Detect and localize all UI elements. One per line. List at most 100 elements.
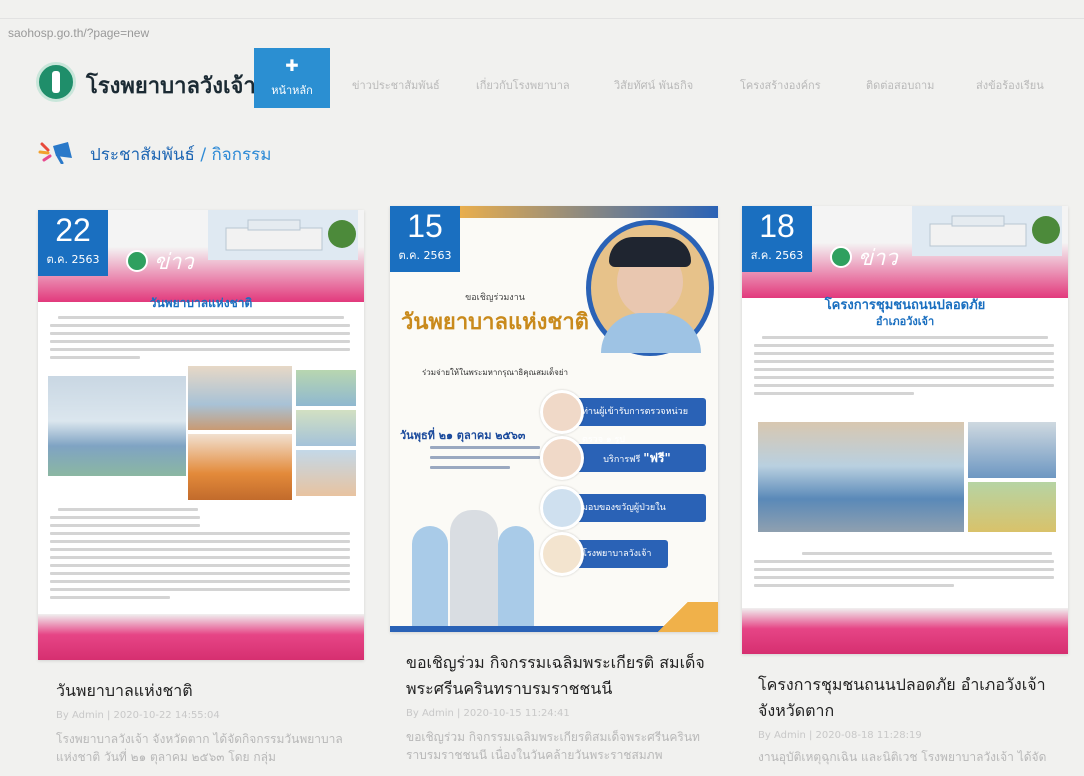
- service-item: บริการฟรี "ฟรี": [568, 444, 706, 472]
- text-line: [50, 324, 350, 327]
- text-line: [754, 344, 1054, 347]
- service-item: มอบของขวัญผู้ป่วยใน: [568, 494, 706, 522]
- date-badge: 22 ต.ค. 2563: [38, 210, 108, 276]
- text-line: [50, 332, 350, 335]
- image-subheading: อำเภอวังเจ้า: [875, 315, 935, 328]
- service-photo: [540, 436, 584, 480]
- service-free-emphasis: "ฟรี": [643, 451, 671, 465]
- service-item: ท่านผู้เข้ารับการตรวจหน่วยตรวจ ๑ รูป: [568, 398, 706, 445]
- text-line: [50, 524, 200, 527]
- nav-item-about[interactable]: เกี่ยวกับโรงพยาบาล: [476, 76, 570, 94]
- text-line: [58, 316, 344, 319]
- text-line: [430, 456, 540, 459]
- date-day: 22: [55, 212, 91, 248]
- text-line: [754, 368, 1054, 371]
- text-line: [50, 572, 350, 575]
- nav-home-tab[interactable]: ✚ หน้าหลัก: [254, 48, 330, 108]
- post-thumbnail-3[interactable]: 18 ส.ค. 2563 ข่าว โครงการชุมชนถนนปลอดภัย…: [742, 206, 1068, 654]
- text-line: [58, 508, 198, 511]
- text-line: [50, 340, 350, 343]
- text-line: [754, 584, 954, 587]
- text-line: [50, 548, 350, 551]
- text-line: [50, 596, 170, 599]
- activity-photo: [296, 370, 356, 406]
- text-line: [754, 384, 1054, 387]
- service-free-label: บริการฟรี: [603, 455, 641, 465]
- group-photo: [758, 422, 964, 532]
- address-bar[interactable]: saohosp.go.th/?page=new: [0, 18, 1084, 46]
- megaphone-icon: [38, 142, 72, 164]
- site-title[interactable]: โรงพยาบาลวังเจ้า: [86, 68, 256, 103]
- activity-photo: [48, 376, 186, 476]
- post-title-link[interactable]: วันพยาบาลแห่งชาติ: [56, 678, 356, 704]
- text-line: [50, 556, 350, 559]
- text-line: [50, 588, 350, 591]
- text-line: [762, 336, 1048, 339]
- post-meta: By Admin | 2020-08-18 11:28:19: [758, 730, 922, 741]
- activity-photo: [968, 422, 1056, 478]
- image-event-date: วันพุธที่ ๒๑ ตุลาคม ๒๕๖๓: [400, 429, 526, 442]
- staff-photo: [412, 526, 448, 626]
- nav-item-contact[interactable]: ติดต่อสอบถาม: [866, 76, 934, 94]
- portrait-uniform: [601, 313, 701, 353]
- date-month: ส.ค. 2563: [750, 249, 804, 262]
- date-day: 15: [407, 208, 443, 244]
- text-line: [50, 348, 350, 351]
- logo-icon: [830, 246, 852, 268]
- text-line: [50, 564, 350, 567]
- text-line: [50, 540, 350, 543]
- portrait-frame: [586, 220, 714, 356]
- section-title-sub: กิจกรรม: [211, 145, 272, 165]
- text-line: [802, 552, 1052, 555]
- post-title-link[interactable]: ขอเชิญร่วม กิจกรรมเฉลิมพระเกียรติ สมเด็จ…: [406, 650, 706, 702]
- text-line: [50, 356, 140, 359]
- activity-photo: [296, 410, 356, 446]
- text-line: [754, 392, 914, 395]
- text-line: [754, 360, 1054, 363]
- section-title-main: ประชาสัมพันธ์: [90, 145, 195, 165]
- news-banner-word: ข่าว: [858, 246, 898, 271]
- activity-photo: [968, 482, 1056, 532]
- date-day: 18: [759, 208, 795, 244]
- portrait-hat: [609, 237, 691, 267]
- service-photo: [540, 532, 584, 576]
- nav-item-news[interactable]: ข่าวประชาสัมพันธ์: [352, 76, 440, 94]
- hospital-building-image: [912, 206, 1062, 256]
- post-excerpt: ขอเชิญร่วม กิจกรรมเฉลิมพระเกียรติสมเด็จพ…: [406, 730, 700, 762]
- nav-item-complaint[interactable]: ส่งข้อร้องเรียน: [976, 76, 1044, 94]
- corner-accent: [628, 602, 718, 632]
- logo-icon: [126, 250, 148, 272]
- service-photo: [540, 486, 584, 530]
- card-footer-band: [742, 608, 1068, 654]
- service-photo: [540, 390, 584, 434]
- top-stripe: [450, 206, 718, 218]
- text-line: [754, 568, 1054, 571]
- activity-photo: [296, 450, 356, 496]
- nav-item-structure[interactable]: โครงสร้างองค์กร: [740, 76, 821, 94]
- date-badge: 15 ต.ค. 2563: [390, 206, 460, 272]
- text-line: [50, 532, 350, 535]
- site-header: โรงพยาบาลวังเจ้า ✚ หน้าหลัก ข่าวประชาสัม…: [0, 46, 1084, 118]
- post-thumbnail-1[interactable]: 22 ต.ค. 2563 ข่าว วันพยาบาลแห่งชาติ: [38, 210, 364, 660]
- nav-item-vision[interactable]: วิสัยทัศน์ พันธกิจ: [614, 76, 693, 94]
- post-thumbnail-2[interactable]: 15 ต.ค. 2563 ขอเชิญร่วมงาน วันพยาบาลแห่ง…: [390, 206, 718, 632]
- post-title-link[interactable]: โครงการชุมชนถนนปลอดภัย อำเภอวังเจ้า จังห…: [758, 672, 1058, 724]
- plus-icon: ✚: [285, 56, 299, 75]
- date-month: ต.ค. 2563: [398, 249, 452, 262]
- hospital-logo-icon[interactable]: [36, 62, 76, 102]
- text-line: [754, 560, 1054, 563]
- text-line: [754, 376, 1054, 379]
- text-line: [430, 446, 540, 449]
- date-badge: 18 ส.ค. 2563: [742, 206, 812, 272]
- image-subheading: ร่วมจ่ายให้ในพระมหากรุณาธิคุณสมเด็จย่า: [421, 368, 569, 377]
- post-meta: By Admin | 2020-10-15 11:24:41: [406, 708, 570, 719]
- image-kicker: ขอเชิญร่วมงาน: [465, 293, 525, 303]
- activity-photo: [188, 434, 292, 500]
- date-month: ต.ค. 2563: [46, 253, 100, 266]
- activity-photo: [188, 366, 292, 430]
- section-title-separator: /: [200, 145, 207, 165]
- card-footer-band: [38, 614, 364, 660]
- post-meta: By Admin | 2020-10-22 14:55:04: [56, 710, 220, 721]
- hospital-building-image: [208, 210, 358, 260]
- image-heading: วันพยาบาลแห่งชาติ: [149, 296, 253, 310]
